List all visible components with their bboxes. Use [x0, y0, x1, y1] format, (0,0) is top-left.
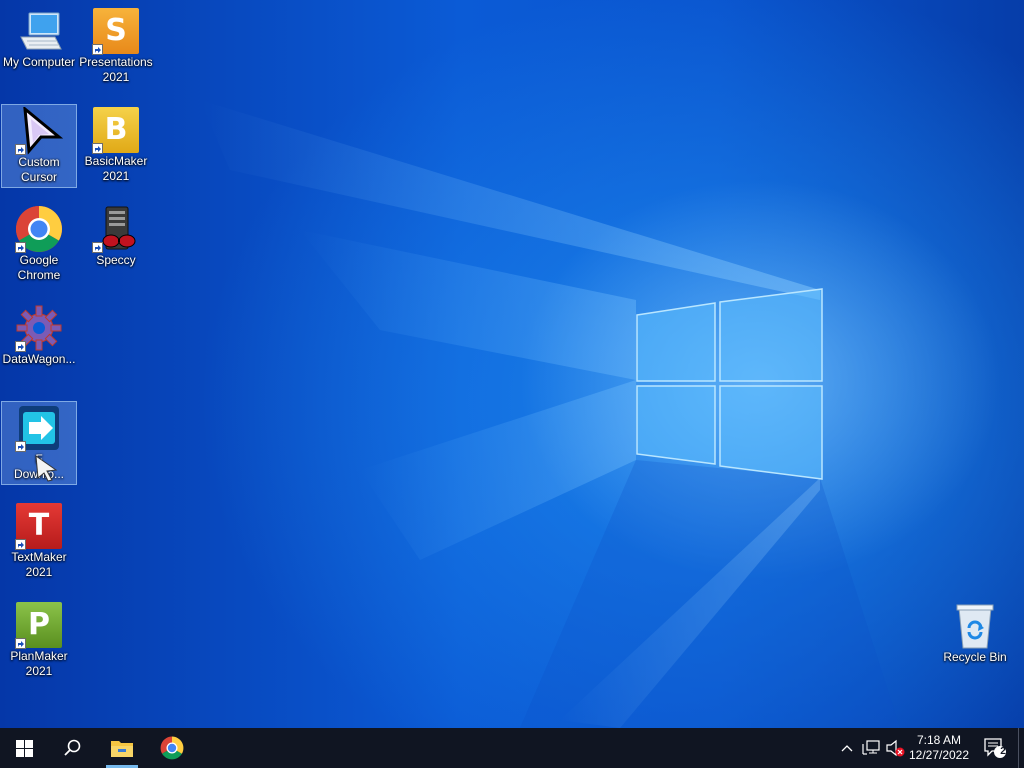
notification-count-badge: 2 — [1000, 746, 1006, 757]
shortcut-arrow-icon — [15, 539, 26, 550]
presentations-icon: S — [92, 7, 140, 55]
desktop[interactable]: My Computer S Presentations 2021 Custom Cu… — [0, 0, 1024, 728]
start-button[interactable] — [0, 728, 48, 768]
shortcut-arrow-icon — [15, 341, 26, 352]
icon-label: TextMaker 2021 — [11, 550, 67, 579]
icon-label: DataWagon... — [2, 352, 76, 366]
icon-label: PlanMaker 2021 — [10, 649, 68, 678]
shortcut-arrow-icon — [15, 144, 26, 155]
network-status-button[interactable] — [860, 728, 882, 768]
recycle-bin-icon — [951, 602, 999, 650]
show-desktop-button[interactable] — [1018, 728, 1019, 768]
action-center-button[interactable]: 2 — [980, 728, 1010, 768]
desktop-icon-google-chrome[interactable]: Google Chrome — [1, 203, 77, 287]
icon-label: BasicMaker 2021 — [84, 154, 148, 183]
icon-label: Custom Cursor — [18, 155, 60, 184]
textmaker-icon: T — [15, 502, 63, 550]
desktop-icon-my-computer[interactable]: My Computer — [1, 5, 77, 89]
taskbar-google-chrome[interactable] — [148, 728, 196, 768]
planmaker-icon: P — [15, 601, 63, 649]
icon-label: Presentations 2021 — [79, 55, 153, 84]
search-button[interactable] — [48, 728, 96, 768]
desktop-icon-speccy[interactable]: Speccy — [78, 203, 154, 287]
desktop-icon-custom-cursor[interactable]: Custom Cursor — [1, 104, 77, 188]
datawagon-gear-icon — [15, 304, 63, 352]
desktop-icon-recycle-bin[interactable]: Recycle Bin — [937, 600, 1013, 684]
icon-label: Recycle Bin — [943, 650, 1007, 664]
shortcut-arrow-icon — [15, 638, 26, 649]
desktop-icon-basicmaker[interactable]: B BasicMaker 2021 — [78, 104, 154, 188]
desktop-icon-datawagon[interactable]: DataWagon... — [1, 302, 77, 386]
chevron-up-icon — [841, 745, 853, 752]
basicmaker-icon: B — [92, 106, 140, 154]
shortcut-arrow-icon — [92, 143, 103, 154]
show-hidden-icons-button[interactable] — [836, 728, 858, 768]
chrome-icon — [160, 736, 184, 760]
icon-label: My Computer — [2, 55, 76, 69]
desktop-icon-textmaker[interactable]: T TextMaker 2021 — [1, 500, 77, 584]
taskbar: 7:18 AM 12/27/2022 2 — [0, 728, 1024, 768]
windows-start-icon — [15, 739, 33, 757]
shortcut-arrow-icon — [15, 242, 26, 253]
search-icon — [64, 739, 81, 756]
desktop-icon-planmaker[interactable]: P PlanMaker 2021 — [1, 599, 77, 683]
download-manager-icon — [15, 404, 63, 452]
shortcut-arrow-icon — [92, 242, 103, 253]
icon-label: Speccy — [96, 253, 136, 267]
folder-icon — [111, 741, 133, 757]
chrome-icon — [15, 205, 63, 253]
clock-time: 7:18 AM — [916, 733, 962, 747]
shortcut-arrow-icon — [15, 441, 26, 452]
shortcut-arrow-icon — [92, 44, 103, 55]
mouse-pointer-icon — [35, 454, 58, 482]
icon-label: Google Chrome — [17, 253, 61, 282]
taskbar-file-explorer[interactable] — [98, 728, 146, 768]
windows-logo — [636, 288, 823, 480]
computer-icon — [15, 7, 63, 55]
network-icon — [862, 740, 880, 755]
clock-date: 12/27/2022 — [908, 748, 970, 762]
system-clock[interactable]: 7:18 AM 12/27/2022 — [900, 728, 978, 768]
cursor-arrow-icon — [15, 105, 64, 155]
desktop-icon-presentations[interactable]: S Presentations 2021 — [78, 5, 154, 89]
speccy-icon — [92, 205, 140, 253]
